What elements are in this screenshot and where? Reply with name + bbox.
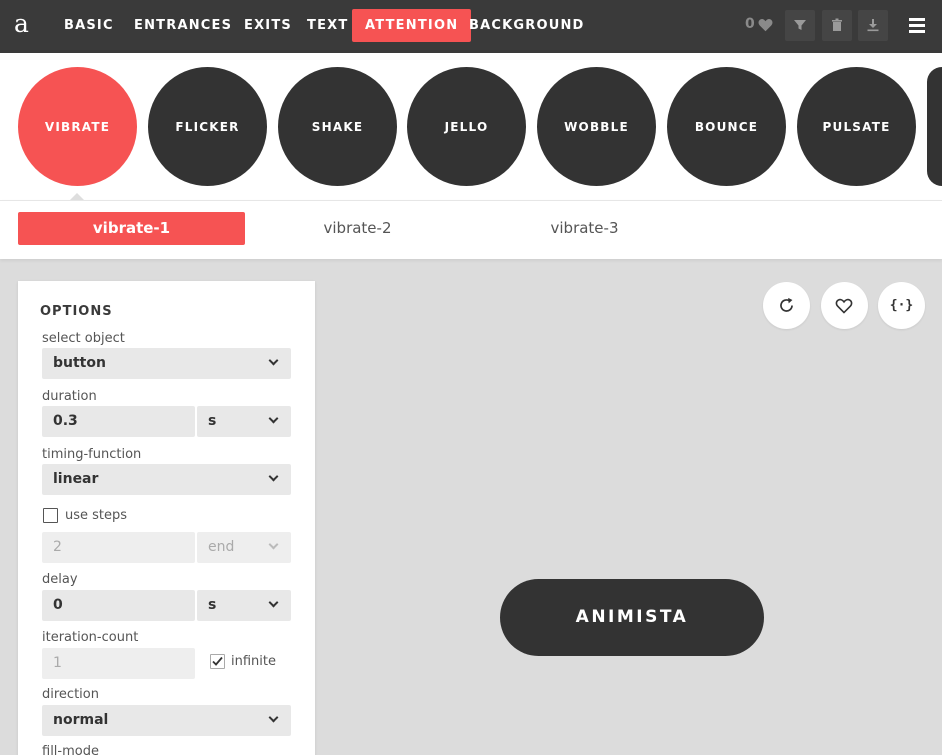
iteration-count-input[interactable]: 1 (42, 648, 195, 679)
refresh-icon (780, 297, 793, 312)
duration-input[interactable]: 0.3 (42, 406, 195, 437)
delete-button[interactable] (822, 10, 852, 41)
chevron-down-icon (268, 471, 279, 482)
steps-position-select[interactable]: end (197, 532, 291, 563)
variant-vibrate-1[interactable]: vibrate-1 (18, 212, 245, 245)
timing-function-value: linear (53, 471, 99, 487)
code-icon: {·} (889, 298, 914, 313)
animation-vibrate[interactable]: VIBRATE (18, 67, 137, 186)
use-steps-checkbox[interactable] (43, 508, 58, 523)
filter-button[interactable] (785, 10, 815, 41)
duration-unit-select[interactable]: s (197, 406, 291, 437)
select-object-label: select object (42, 331, 125, 346)
steps-position-value: end (208, 539, 235, 555)
chevron-down-icon (268, 413, 279, 424)
delay-label: delay (42, 572, 78, 587)
iteration-count-label: iteration-count (42, 630, 139, 645)
chevron-down-icon (268, 539, 279, 550)
demo-button[interactable]: ANIMISTA (500, 579, 764, 656)
select-object-value: button (53, 355, 106, 371)
nav-basic[interactable]: BASIC (64, 9, 114, 42)
nav-attention[interactable]: ATTENTION (352, 9, 472, 42)
top-nav: a BASIC ENTRANCES EXITS TEXT ATTENTION B… (0, 0, 942, 53)
chevron-down-icon (268, 355, 279, 366)
filter-icon (794, 20, 806, 30)
delay-unit-select[interactable]: s (197, 590, 291, 621)
heart-icon[interactable] (758, 18, 773, 32)
duration-unit-value: s (208, 413, 217, 429)
animation-strip: VIBRATE FLICKER SHAKE JELLO WOBBLE BOUNC… (0, 53, 942, 200)
animation-bounce[interactable]: BOUNCE (667, 67, 786, 186)
nav-entrances[interactable]: ENTRANCES (134, 9, 232, 42)
direction-value: normal (53, 712, 109, 728)
download-icon (867, 19, 879, 32)
timing-function-label: timing-function (42, 447, 142, 462)
animation-flicker[interactable]: FLICKER (148, 67, 267, 186)
infinite-checkbox[interactable] (210, 654, 225, 669)
fill-mode-label: fill-mode (42, 744, 99, 755)
animation-next-partial[interactable] (927, 67, 942, 186)
replay-button[interactable] (763, 282, 810, 329)
active-caret (70, 193, 84, 200)
download-button[interactable] (858, 10, 888, 41)
steps-input[interactable]: 2 (42, 532, 195, 563)
animation-wobble[interactable]: WOBBLE (537, 67, 656, 186)
animation-pulsate[interactable]: PULSATE (797, 67, 916, 186)
animation-jello[interactable]: JELLO (407, 67, 526, 186)
heart-outline-icon (835, 298, 853, 314)
use-steps-label: use steps (65, 508, 128, 523)
timing-function-select[interactable]: linear (42, 464, 291, 495)
checkmark-icon (212, 656, 223, 666)
chevron-down-icon (268, 597, 279, 608)
direction-label: direction (42, 687, 99, 702)
options-title: OPTIONS (40, 304, 113, 319)
trash-icon (832, 18, 842, 31)
code-button[interactable]: {·} (878, 282, 925, 329)
duration-label: duration (42, 389, 97, 404)
logo[interactable]: a (14, 9, 29, 39)
hamburger-menu-icon[interactable] (906, 15, 930, 37)
variant-tabs: vibrate-1 vibrate-2 vibrate-3 (0, 200, 942, 259)
delay-input[interactable]: 0 (42, 590, 195, 621)
favorite-button[interactable] (821, 282, 868, 329)
chevron-down-icon (268, 712, 279, 723)
infinite-label: infinite (231, 654, 276, 669)
select-object-select[interactable]: button (42, 348, 291, 379)
animation-shake[interactable]: SHAKE (278, 67, 397, 186)
delay-unit-value: s (208, 597, 217, 613)
variant-vibrate-3[interactable]: vibrate-3 (471, 212, 698, 245)
variant-vibrate-2[interactable]: vibrate-2 (244, 212, 471, 245)
favorites-count: 0 (745, 16, 755, 32)
nav-background[interactable]: BACKGROUND (469, 9, 585, 42)
nav-exits[interactable]: EXITS (244, 9, 292, 42)
options-panel: OPTIONS select object button duration 0.… (18, 281, 315, 755)
direction-select[interactable]: normal (42, 705, 291, 736)
nav-text[interactable]: TEXT (307, 9, 348, 42)
